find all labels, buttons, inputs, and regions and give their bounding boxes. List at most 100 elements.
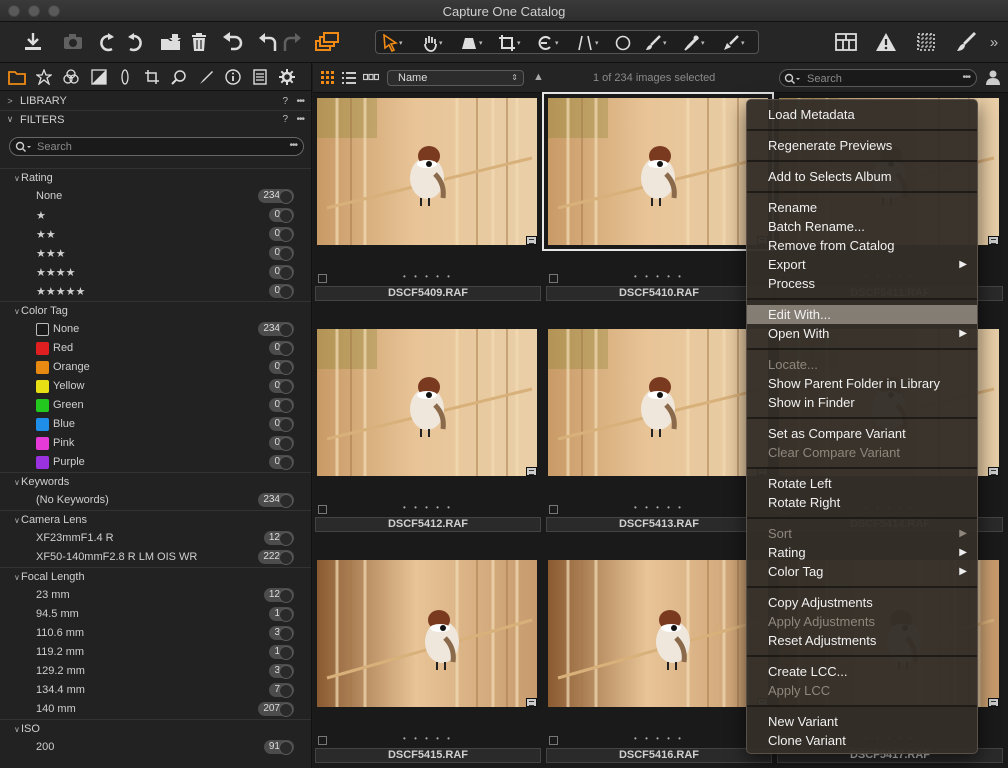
filter-count-badge[interactable]: 91 xyxy=(263,740,294,755)
filter-row[interactable]: ★ 0 xyxy=(0,206,311,225)
filter-count-badge[interactable]: 234 xyxy=(258,189,294,204)
rating-dots[interactable]: • • • • • xyxy=(314,503,542,512)
list-view-icon[interactable] xyxy=(342,71,356,90)
more-chevrons-icon[interactable]: » xyxy=(985,28,1003,56)
warning-icon[interactable] xyxy=(873,28,899,56)
filter-count-badge[interactable]: 0 xyxy=(269,455,294,470)
filter-row[interactable]: None 234 xyxy=(0,187,311,206)
rating-dots[interactable]: • • • • • xyxy=(314,734,542,743)
thumbnail[interactable] xyxy=(545,557,771,710)
eraser-icon[interactable]: ▾ xyxy=(722,32,745,54)
exposure-icon[interactable] xyxy=(90,68,108,86)
filter-row[interactable]: Pink 0 xyxy=(0,434,311,453)
circle-icon[interactable] xyxy=(614,32,632,54)
menu-item-show-parent-folder-in-library[interactable]: Show Parent Folder in Library xyxy=(747,374,977,393)
keystone-icon[interactable]: ▾ xyxy=(460,32,483,54)
filter-count-badge[interactable]: 7 xyxy=(269,683,294,698)
adjust-pen-icon[interactable] xyxy=(197,68,215,86)
import-icon[interactable] xyxy=(20,28,46,56)
filter-count-badge[interactable]: 12 xyxy=(263,588,294,603)
search-options-icon[interactable]: ••• xyxy=(289,140,297,151)
undo-arrow-icon[interactable] xyxy=(255,28,279,56)
filter-row[interactable]: 110.6 mm 3 xyxy=(0,624,311,643)
filters-search-input[interactable]: Search ••• xyxy=(9,137,304,156)
rotate-right-icon[interactable] xyxy=(123,28,145,56)
settings-gear-icon[interactable] xyxy=(278,68,296,86)
help-icon[interactable]: ? xyxy=(282,114,288,125)
menu-item-regenerate-previews[interactable]: Regenerate Previews xyxy=(747,136,977,155)
filter-row[interactable]: ★★ 0 xyxy=(0,225,311,244)
menu-item-new-variant[interactable]: New Variant xyxy=(747,712,977,731)
library-folder-icon[interactable] xyxy=(8,68,26,86)
pan-hand-icon[interactable]: ▾ xyxy=(422,32,443,54)
menu-item-process[interactable]: Process xyxy=(747,274,977,293)
filter-count-badge[interactable]: 234 xyxy=(258,322,294,337)
filter-row[interactable]: ★★★★ 0 xyxy=(0,263,311,282)
menu-item-rotate-left[interactable]: Rotate Left xyxy=(747,474,977,493)
crop-tab-icon[interactable] xyxy=(143,68,161,86)
filter-count-badge[interactable]: 0 xyxy=(269,208,294,223)
variants-stack-icon[interactable] xyxy=(313,28,341,56)
menu-item-rotate-right[interactable]: Rotate Right xyxy=(747,493,977,512)
menu-item-rating[interactable]: Rating ▶ xyxy=(747,543,977,562)
grid-layout-icon[interactable] xyxy=(833,28,859,56)
filter-row[interactable]: None 234 xyxy=(0,320,311,339)
filmstrip-view-icon[interactable] xyxy=(362,71,380,90)
brush-icon[interactable]: ▾ xyxy=(644,32,667,54)
spot-lines-icon[interactable]: ▾ xyxy=(576,32,599,54)
menu-item-edit-with[interactable]: Edit With... xyxy=(747,305,977,324)
filter-row[interactable]: 200 91 xyxy=(0,738,311,757)
menu-item-open-with[interactable]: Open With ▶ xyxy=(747,324,977,343)
menu-item-add-to-selects-album[interactable]: Add to Selects Album xyxy=(747,167,977,186)
filter-row[interactable]: (No Keywords) 234 xyxy=(0,491,311,510)
filter-row[interactable]: Orange 0 xyxy=(0,358,311,377)
browser-search-input[interactable]: Search ••• xyxy=(779,69,977,87)
filter-count-badge[interactable]: 234 xyxy=(258,493,294,508)
filter-count-badge[interactable]: 0 xyxy=(269,265,294,280)
filter-count-badge[interactable]: 1 xyxy=(269,607,294,622)
rating-dots[interactable]: • • • • • xyxy=(545,734,773,743)
rotate-straighten-icon[interactable]: ▾ xyxy=(536,32,559,54)
details-icon[interactable] xyxy=(170,68,188,86)
filter-count-badge[interactable]: 0 xyxy=(269,398,294,413)
filter-count-badge[interactable]: 0 xyxy=(269,417,294,432)
menu-item-reset-adjustments[interactable]: Reset Adjustments xyxy=(747,631,977,650)
filter-count-badge[interactable]: 0 xyxy=(269,284,294,299)
filter-count-badge[interactable]: 0 xyxy=(269,227,294,242)
rating-dots[interactable]: • • • • • xyxy=(545,503,773,512)
lens-icon[interactable] xyxy=(116,68,134,86)
filter-row[interactable]: XF23mmF1.4 R 12 xyxy=(0,529,311,548)
filter-count-badge[interactable]: 0 xyxy=(269,246,294,261)
color-circles-icon[interactable] xyxy=(62,68,80,86)
trash-icon[interactable] xyxy=(188,28,210,56)
menu-item-batch-rename[interactable]: Batch Rename... xyxy=(747,217,977,236)
menu-item-rename[interactable]: Rename xyxy=(747,198,977,217)
menu-item-color-tag[interactable]: Color Tag ▶ xyxy=(747,562,977,581)
menu-item-clone-variant[interactable]: Clone Variant xyxy=(747,731,977,750)
rating-dots[interactable]: • • • • • xyxy=(545,272,773,281)
menu-item-remove-from-catalog[interactable]: Remove from Catalog xyxy=(747,236,977,255)
filter-count-badge[interactable]: 0 xyxy=(269,341,294,356)
star-icon[interactable] xyxy=(35,68,53,86)
filter-row[interactable]: Red 0 xyxy=(0,339,311,358)
filter-row[interactable]: Yellow 0 xyxy=(0,377,311,396)
grid-view-icon[interactable] xyxy=(321,71,335,90)
redo-arrow-icon[interactable] xyxy=(281,28,305,56)
user-icon[interactable] xyxy=(986,70,1000,90)
thumbnail[interactable] xyxy=(314,557,540,710)
thumbnail[interactable] xyxy=(545,326,771,479)
filter-count-badge[interactable]: 1 xyxy=(269,645,294,660)
filter-row[interactable]: 119.2 mm 1 xyxy=(0,643,311,662)
sort-field-select[interactable]: Name ⇕ xyxy=(387,70,524,86)
sort-direction-icon[interactable]: ▲ xyxy=(533,71,544,83)
filter-count-badge[interactable]: 12 xyxy=(263,531,294,546)
filter-row[interactable]: 23 mm 12 xyxy=(0,586,311,605)
select-cursor-icon[interactable]: ▾ xyxy=(382,32,403,54)
rotate-left-icon[interactable] xyxy=(97,28,119,56)
search-options-icon[interactable]: ••• xyxy=(962,72,970,83)
crop-icon[interactable]: ▾ xyxy=(498,32,521,54)
thumbnail[interactable] xyxy=(314,326,540,479)
filter-group-focal-length[interactable]: ∨ Focal Length xyxy=(0,567,311,586)
more-options-icon[interactable]: ••• xyxy=(296,96,304,107)
thumbnail[interactable] xyxy=(314,95,540,248)
